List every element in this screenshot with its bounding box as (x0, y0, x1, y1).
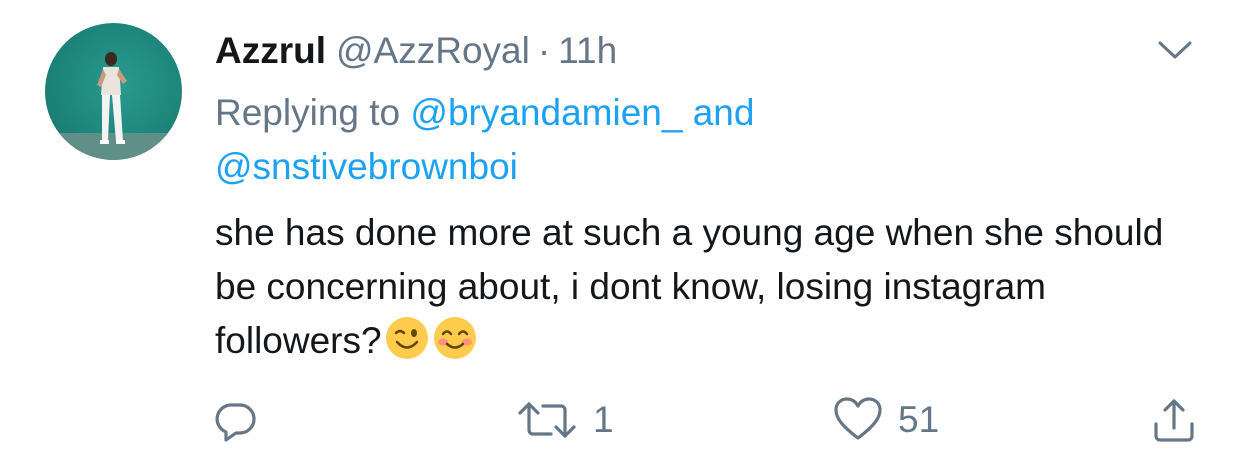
replying-to: Replying to @bryandamien_ and @snstivebr… (215, 86, 1115, 194)
display-name[interactable]: Azzrul (215, 30, 326, 71)
mention-joiner[interactable]: and (693, 92, 755, 133)
replying-prefix: Replying to (215, 92, 401, 133)
mention-link[interactable]: @bryandamien_ (410, 92, 682, 133)
winking-face-emoji (384, 315, 430, 361)
retweet-icon (518, 402, 576, 438)
chevron-down-icon[interactable] (1155, 36, 1195, 64)
reply-button[interactable] (212, 392, 260, 448)
retweet-button[interactable]: 1 (515, 392, 614, 448)
smiling-face-with-smiling-eyes-emoji (432, 315, 478, 361)
heart-icon (834, 397, 882, 440)
retweet-count: 1 (593, 399, 614, 440)
tweet-body: she has done more at such a young age wh… (215, 206, 1205, 368)
tweet-header: Azzrul @AzzRoyal · 11h (215, 28, 617, 74)
timestamp[interactable]: 11h (558, 30, 617, 71)
like-button[interactable]: 51 (832, 392, 939, 448)
avatar-photo (45, 52, 182, 160)
like-count: 51 (898, 399, 940, 440)
user-handle[interactable]: @AzzRoyal (336, 30, 530, 71)
avatar[interactable] (45, 23, 182, 160)
share-icon (1154, 399, 1194, 442)
mention-link[interactable]: @snstivebrownboi (215, 146, 518, 187)
tweet-actions: 1 51 (0, 392, 1242, 448)
tweet-card[interactable]: Azzrul @AzzRoyal · 11h Replying to @bryanda… (0, 0, 1242, 475)
reply-icon (215, 403, 256, 442)
tweet-text: she has done more at such a young age wh… (215, 212, 1164, 361)
share-button[interactable] (1150, 392, 1198, 448)
separator-dot: · (537, 30, 551, 71)
